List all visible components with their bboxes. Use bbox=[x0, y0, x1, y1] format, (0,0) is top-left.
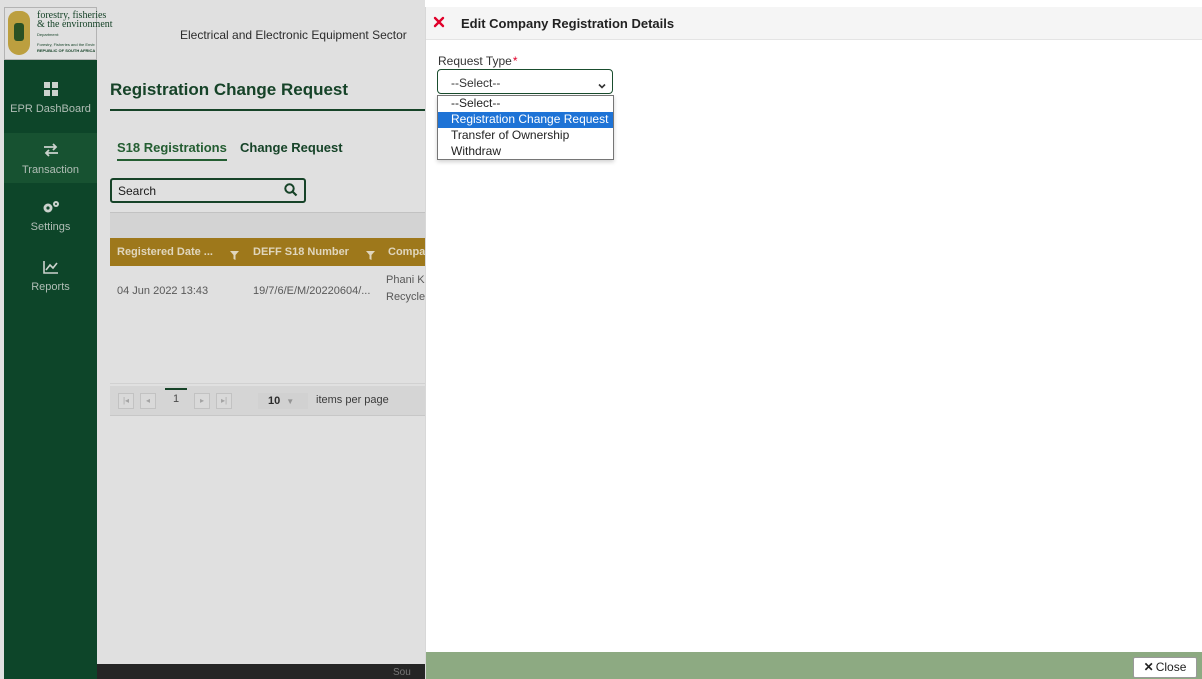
modal-overlay[interactable] bbox=[0, 0, 425, 679]
option-transfer-of-ownership[interactable]: Transfer of Ownership bbox=[438, 128, 613, 144]
edit-registration-drawer: Edit Company Registration Details Reques… bbox=[425, 7, 1202, 679]
close-button-label: Close bbox=[1155, 660, 1187, 674]
required-asterisk: * bbox=[512, 54, 518, 68]
option-select-placeholder[interactable]: --Select-- bbox=[438, 96, 613, 112]
option-withdraw[interactable]: Withdraw bbox=[438, 144, 613, 160]
chevron-down-icon bbox=[597, 78, 607, 89]
app-root: forestry, fisheries & the environment De… bbox=[0, 0, 1202, 679]
close-icon: ✕ bbox=[1143, 660, 1154, 674]
option-registration-change-request[interactable]: Registration Change Request bbox=[438, 112, 613, 128]
drawer-header: Edit Company Registration Details bbox=[426, 7, 1202, 40]
close-icon[interactable] bbox=[432, 15, 446, 29]
request-type-dropdown-list: --Select-- Registration Change Request T… bbox=[437, 95, 614, 160]
drawer-footer: ✕ Close bbox=[426, 652, 1202, 679]
drawer-title: Edit Company Registration Details bbox=[461, 16, 675, 31]
request-type-label: Request Type* bbox=[438, 54, 518, 68]
request-type-select[interactable]: --Select-- bbox=[437, 69, 613, 94]
request-type-selected-value: --Select-- bbox=[451, 76, 501, 90]
close-button[interactable]: ✕ Close bbox=[1133, 657, 1197, 678]
request-type-label-text: Request Type bbox=[438, 54, 512, 68]
